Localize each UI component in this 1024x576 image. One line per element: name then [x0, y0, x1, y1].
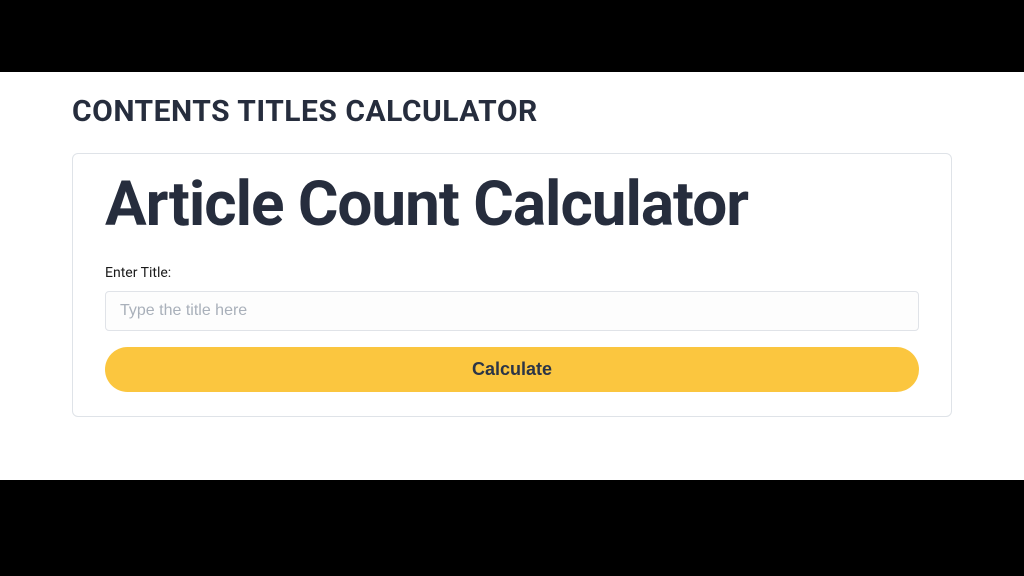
page-title: CONTENTS TITLES CALCULATOR: [72, 94, 952, 129]
calculate-button[interactable]: Calculate: [105, 347, 919, 392]
title-input[interactable]: [105, 291, 919, 331]
title-field-label: Enter Title:: [105, 265, 919, 281]
letterbox-top: [0, 0, 1024, 72]
calculator-card: Article Count Calculator Enter Title: Ca…: [72, 153, 952, 417]
card-title: Article Count Calculator: [105, 172, 919, 237]
letterbox-bottom: [0, 480, 1024, 576]
main-content: CONTENTS TITLES CALCULATOR Article Count…: [0, 72, 1024, 480]
